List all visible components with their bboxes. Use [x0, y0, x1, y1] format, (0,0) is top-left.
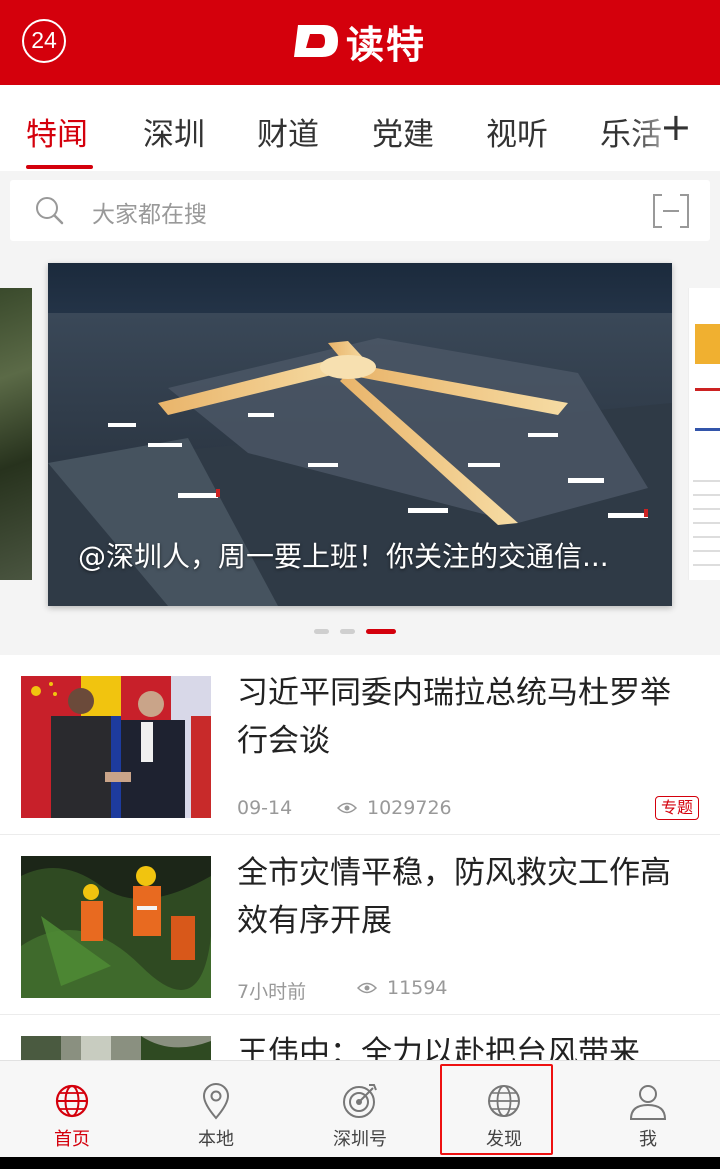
- nav-local[interactable]: 本地: [144, 1061, 288, 1158]
- eye-icon: [357, 982, 377, 994]
- news-views-count: 11594: [387, 977, 448, 999]
- nav-label: 我: [639, 1129, 657, 1150]
- 24h-news-button[interactable]: 24: [22, 19, 66, 63]
- next-slide-peek[interactable]: [688, 288, 720, 580]
- nav-home[interactable]: 首页: [0, 1061, 144, 1158]
- news-item[interactable]: 全市灾情平稳，防风救灾工作高效有序开展 7小时前 11594: [0, 835, 720, 1015]
- carousel-dot-active: [366, 629, 396, 634]
- news-views: 1029726: [337, 797, 452, 819]
- news-views-count: 1029726: [367, 797, 452, 819]
- app-logo: 读特: [294, 16, 427, 67]
- banner-caption: @深圳人，周一要上班！你关注的交通信...: [78, 540, 609, 573]
- tab-dangjian[interactable]: 党建: [372, 109, 434, 154]
- carousel-indicator: [0, 629, 720, 635]
- bottom-navigation: 首页 本地 深圳号 发现 我: [0, 1060, 720, 1157]
- target-icon: [343, 1084, 377, 1118]
- location-pin-icon: [202, 1083, 230, 1120]
- news-thumbnail: [21, 856, 211, 998]
- user-icon: [629, 1085, 667, 1120]
- news-title: 王伟中：全力以赴把台风带来: [237, 1035, 640, 1060]
- carousel-dot: [314, 629, 329, 634]
- nav-label: 深圳号: [333, 1129, 387, 1150]
- active-tab-indicator: [26, 165, 93, 169]
- search-area: 大家都在搜: [0, 171, 720, 255]
- nav-me[interactable]: 我: [576, 1061, 720, 1158]
- app-screen: 24 读特 特闻 深圳 财道 党建 视听 乐活 + 大家都在搜: [0, 0, 720, 1169]
- globe-icon: [55, 1084, 89, 1118]
- nav-shenzhen-account[interactable]: 深圳号: [288, 1061, 432, 1158]
- carousel-dot: [340, 629, 355, 634]
- banner-slide[interactable]: @深圳人，周一要上班！你关注的交通信...: [48, 263, 672, 606]
- search-icon: [36, 197, 64, 225]
- channel-tabs: 特闻 深圳 财道 党建 视听 乐活 +: [0, 85, 720, 171]
- news-item[interactable]: 习近平同委内瑞拉总统马杜罗举行会谈 09-14 1029726 专题: [0, 655, 720, 835]
- banner-carousel[interactable]: @深圳人，周一要上班！你关注的交通信...: [0, 255, 720, 655]
- nav-label: 首页: [54, 1129, 90, 1150]
- news-thumbnail: [21, 676, 211, 818]
- eye-icon: [337, 802, 357, 814]
- news-list: 习近平同委内瑞拉总统马杜罗举行会谈 09-14 1029726 专题 全市灾情平…: [0, 655, 720, 1060]
- search-input[interactable]: 大家都在搜: [10, 180, 710, 241]
- highlight-box: [440, 1064, 553, 1155]
- search-placeholder: 大家都在搜: [92, 202, 207, 228]
- logo-d-icon: [294, 25, 338, 57]
- news-views: 11594: [357, 977, 447, 999]
- tab-caidao[interactable]: 财道: [257, 109, 319, 154]
- previous-slide-peek[interactable]: [0, 288, 32, 580]
- add-channel-button[interactable]: +: [660, 105, 692, 149]
- news-item[interactable]: 王伟中：全力以赴把台风带来: [0, 1015, 720, 1060]
- scan-icon[interactable]: [652, 193, 690, 229]
- app-header: 24 读特: [0, 0, 720, 85]
- tab-tewen[interactable]: 特闻: [26, 109, 88, 154]
- logo-text: 读特: [346, 22, 427, 67]
- news-date: 09-14: [237, 797, 293, 819]
- news-title: 习近平同委内瑞拉总统马杜罗举行会谈: [237, 675, 671, 759]
- topic-badge: 专题: [654, 796, 699, 820]
- news-date: 7小时前: [237, 981, 307, 1003]
- news-title: 全市灾情平稳，防风救灾工作高效有序开展: [237, 855, 671, 939]
- system-bar: [0, 1157, 720, 1169]
- nav-label: 本地: [198, 1129, 234, 1150]
- tab-shenzhen[interactable]: 深圳: [143, 109, 205, 154]
- news-thumbnail: [21, 1036, 211, 1060]
- tab-shiting[interactable]: 视听: [486, 109, 548, 154]
